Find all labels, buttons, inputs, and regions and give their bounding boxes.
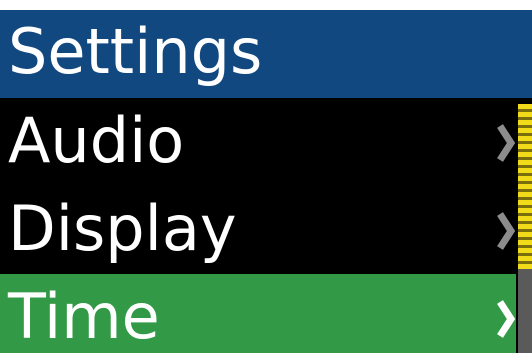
settings-screen: Settings Audio Display Time [0, 10, 532, 353]
chevron-right-icon [496, 122, 516, 164]
chevron-right-icon [496, 298, 516, 340]
menu-item-label: Display [8, 192, 237, 265]
menu-item-display[interactable]: Display [0, 186, 516, 274]
scrollbar[interactable] [518, 104, 532, 353]
menu-item-audio[interactable]: Audio [0, 98, 516, 186]
header-bar: Settings [0, 10, 532, 98]
scrollbar-thumb[interactable] [518, 104, 532, 269]
chevron-right-icon [496, 210, 516, 252]
page-title: Settings [8, 15, 263, 88]
menu-item-label: Audio [8, 104, 185, 177]
menu-item-label: Time [8, 280, 160, 353]
menu-item-time[interactable]: Time [0, 274, 516, 353]
